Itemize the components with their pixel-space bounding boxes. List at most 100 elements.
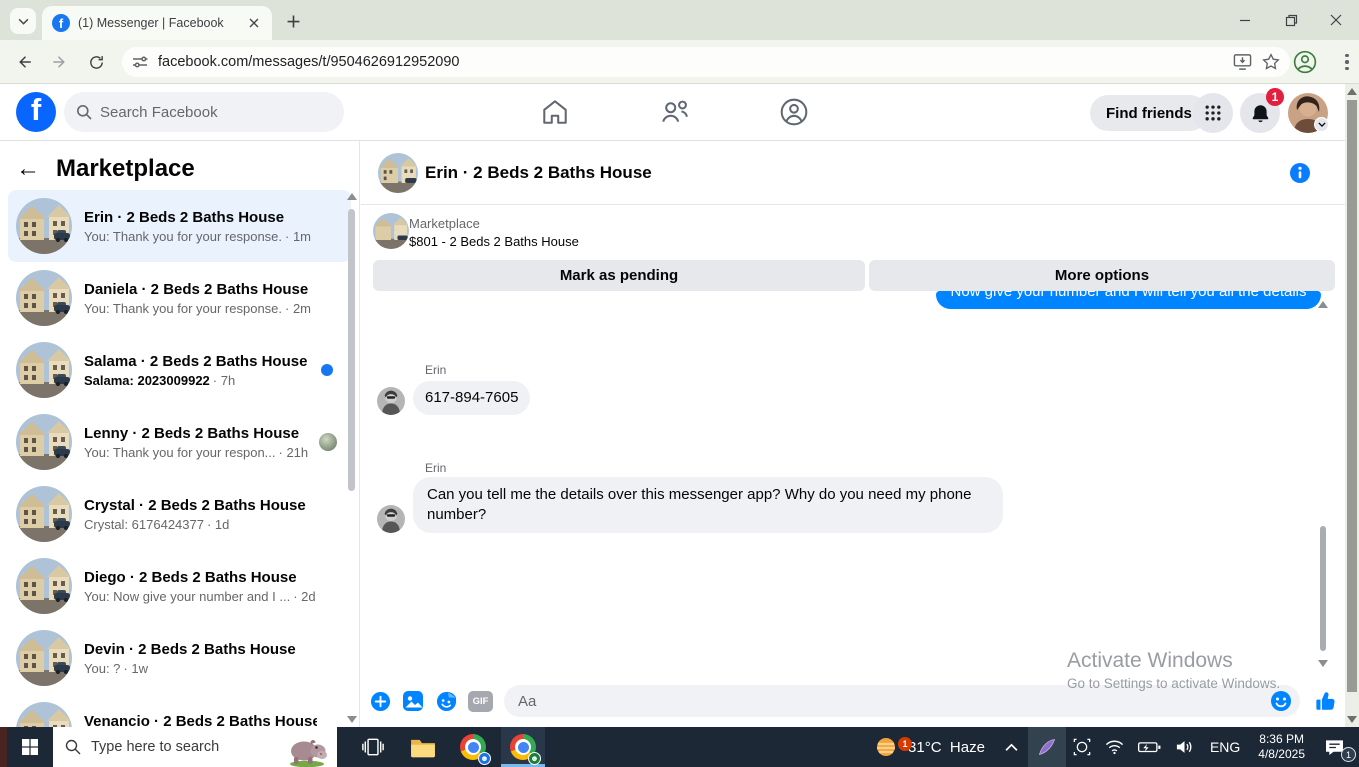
conversation-item[interactable]: Crystal · 2 Beds 2 Baths House Crystal: …: [8, 478, 351, 550]
facebook-search-input[interactable]: Search Facebook: [64, 92, 344, 132]
chat-header[interactable]: Erin · 2 Beds 2 Baths House: [361, 141, 1345, 205]
conversation-item[interactable]: Daniela · 2 Beds 2 Baths House You: Than…: [8, 262, 351, 334]
tray-battery-button[interactable]: [1131, 727, 1168, 767]
window-close-button[interactable]: [1313, 0, 1359, 40]
reload-button[interactable]: [82, 48, 110, 76]
incoming-message-phone[interactable]: 617-894-7605: [413, 381, 531, 415]
outgoing-message-clipped: Now give your number and I will tell you…: [936, 291, 1321, 309]
attach-image-button[interactable]: [402, 690, 424, 712]
conversation-item[interactable]: Devin · 2 Beds 2 Baths House You: ? · 1w: [8, 622, 351, 694]
listing-detail: $801 - 2 Beds 2 Baths House: [409, 234, 579, 249]
conversation-item[interactable]: Diego · 2 Beds 2 Baths House You: Now gi…: [8, 550, 351, 622]
gif-button[interactable]: GIF: [468, 690, 493, 712]
new-tab-button[interactable]: [282, 10, 304, 32]
find-friends-button[interactable]: Find friends: [1090, 95, 1208, 131]
install-app-icon[interactable]: [1233, 53, 1252, 71]
conversation-title: Devin · 2 Beds 2 Baths House: [84, 640, 296, 658]
site-settings-icon[interactable]: [132, 54, 148, 70]
scroll-down-icon[interactable]: [1347, 716, 1357, 723]
nav-friends-tab[interactable]: [660, 97, 690, 127]
restore-icon: [1285, 14, 1297, 26]
tray-pen-button[interactable]: [1027, 727, 1066, 767]
page-scrollbar[interactable]: [1345, 84, 1359, 727]
tab-search-button[interactable]: [10, 8, 36, 34]
window-restore-button[interactable]: [1268, 0, 1314, 40]
task-view-button[interactable]: [351, 727, 395, 767]
taskbar-weather[interactable]: 1 31°C Haze: [864, 727, 995, 767]
emoji-button[interactable]: [1270, 690, 1292, 712]
conversation-item[interactable]: Lenny · 2 Beds 2 Baths House You: Thank …: [8, 406, 351, 478]
conversation-texts: Salama · 2 Beds 2 Baths House Salama: 20…: [84, 353, 343, 388]
scroll-down-icon[interactable]: [1318, 660, 1328, 667]
tray-clock[interactable]: 8:36 PM 4/8/2025: [1249, 727, 1314, 767]
conversation-texts: Erin · 2 Beds 2 Baths House You: Thank y…: [84, 209, 343, 244]
url-bar[interactable]: facebook.com/messages/t/9504626912952090: [122, 47, 1290, 77]
browser-menu-button[interactable]: [1334, 49, 1359, 75]
listing-house-avatar: [16, 198, 72, 254]
back-arrow-icon[interactable]: ←: [16, 157, 40, 181]
forward-button[interactable]: [46, 48, 74, 76]
taskbar-search[interactable]: Type here to search: [53, 727, 337, 767]
thumbs-up-icon: [1316, 692, 1335, 710]
scroll-down-icon[interactable]: [347, 716, 357, 723]
incoming-message-question[interactable]: Can you tell me the details over this me…: [413, 477, 1003, 533]
message-input[interactable]: [518, 692, 1270, 710]
more-options-button[interactable]: More options: [869, 260, 1335, 291]
tab-close-icon[interactable]: [245, 15, 262, 32]
action-center-button[interactable]: 1: [1314, 727, 1359, 767]
chrome-profile2-button[interactable]: ☻: [501, 727, 545, 767]
chat-avatar[interactable]: [378, 153, 418, 193]
conversation-preview: You: Thank you for your response. · 2m: [84, 300, 312, 316]
message-input-container[interactable]: [504, 685, 1300, 717]
scrollbar-thumb[interactable]: [348, 209, 355, 491]
scroll-up-icon[interactable]: [347, 193, 357, 200]
friends-icon: [662, 100, 688, 123]
forward-arrow-icon: [53, 56, 65, 68]
tray-expand-button[interactable]: [995, 727, 1028, 767]
browser-tab[interactable]: f (1) Messenger | Facebook: [42, 6, 272, 40]
conversation-item[interactable]: Erin · 2 Beds 2 Baths House You: Thank y…: [8, 190, 351, 262]
message-list: Now give your number and I will tell you…: [361, 291, 1345, 675]
sticker-button[interactable]: [435, 690, 457, 712]
chrome-profile1-button[interactable]: ☻: [451, 727, 495, 767]
battery-charging-icon: [1137, 742, 1161, 753]
clock-time: 8:36 PM: [1259, 732, 1304, 746]
conversation-texts: Diego · 2 Beds 2 Baths House You: Now gi…: [84, 569, 343, 604]
like-button[interactable]: [1315, 690, 1337, 712]
back-button[interactable]: [10, 48, 38, 76]
scrollbar-thumb[interactable]: [1320, 526, 1326, 651]
tray-screen-record-button[interactable]: [1066, 727, 1098, 767]
attach-plus-button[interactable]: [369, 690, 391, 712]
conversation-item[interactable]: Salama · 2 Beds 2 Baths House Salama: 20…: [8, 334, 351, 406]
search-icon: [77, 105, 92, 120]
tray-language-button[interactable]: ENG: [1201, 727, 1249, 767]
conversation-info-button[interactable]: [1289, 162, 1311, 184]
tray-wifi-button[interactable]: [1098, 727, 1131, 767]
mark-as-pending-button[interactable]: Mark as pending: [373, 260, 865, 291]
scrollbar-thumb[interactable]: [1347, 100, 1357, 692]
conversation-texts: Lenny · 2 Beds 2 Baths House You: Thank …: [84, 425, 343, 460]
file-explorer-button[interactable]: [401, 727, 445, 767]
nav-groups-tab[interactable]: [779, 97, 809, 127]
conversation-preview: Crystal: 6176424377 · 1d: [84, 516, 230, 532]
browser-profile-icon[interactable]: [1292, 49, 1318, 75]
facebook-header: f Search Facebook Find friends 1: [0, 84, 1359, 141]
search-icon: [65, 739, 81, 755]
start-button[interactable]: [7, 727, 53, 767]
nav-home-tab[interactable]: [540, 97, 570, 127]
wifi-icon: [1105, 740, 1124, 755]
url-text[interactable]: facebook.com/messages/t/9504626912952090: [158, 54, 1223, 70]
conversation-item[interactable]: Venancio · 2 Beds 2 Baths House: [8, 694, 351, 727]
chat-scrollbar[interactable]: [1318, 301, 1328, 667]
marketplace-listing-avatar: [373, 213, 409, 249]
facebook-logo-icon[interactable]: f: [16, 92, 56, 132]
window-minimize-button[interactable]: [1222, 0, 1268, 40]
tray-volume-button[interactable]: [1168, 727, 1201, 767]
listing-house-avatar: [16, 270, 72, 326]
sidebar-scrollbar[interactable]: [347, 193, 357, 723]
scroll-up-icon[interactable]: [1318, 301, 1328, 308]
conversation-title: Venancio · 2 Beds 2 Baths House: [84, 712, 317, 728]
bookmark-star-icon[interactable]: [1262, 53, 1280, 71]
scroll-up-icon[interactable]: [1347, 88, 1357, 95]
apps-menu-button[interactable]: [1193, 93, 1233, 133]
